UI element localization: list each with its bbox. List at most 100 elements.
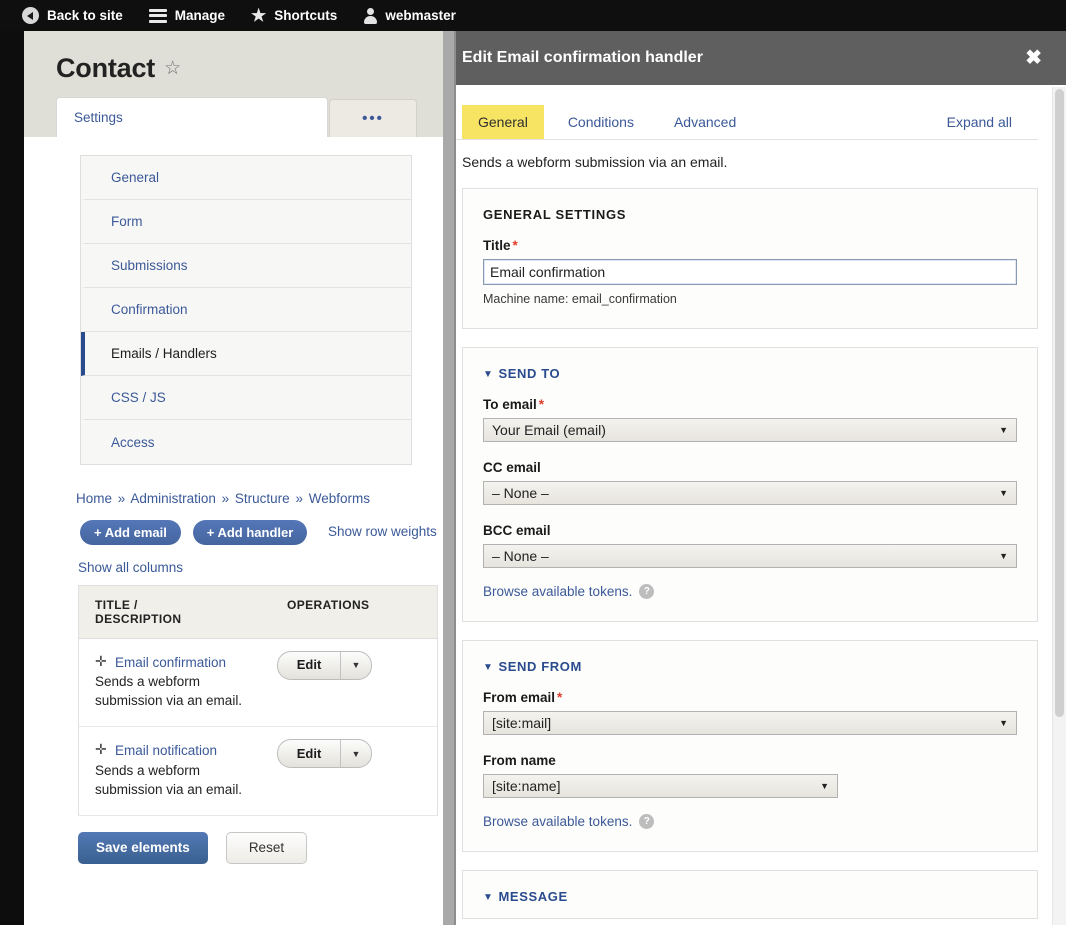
handler-title-link[interactable]: Email confirmation bbox=[115, 655, 226, 670]
sidebar-item-css-js[interactable]: CSS / JS bbox=[81, 376, 411, 420]
favorite-star-icon[interactable]: ☆ bbox=[164, 59, 181, 78]
collapse-triangle-icon: ▼ bbox=[483, 892, 494, 903]
toolbar-item-back-to-site[interactable]: Back to site bbox=[22, 0, 123, 31]
add-email-button[interactable]: + Add email bbox=[80, 520, 181, 545]
tab-advanced[interactable]: Advanced bbox=[658, 105, 752, 139]
handler-description: Sends a webform submission via an email. bbox=[95, 674, 243, 709]
sidebar-label-confirmation: Confirmation bbox=[111, 302, 188, 317]
collapse-triangle-icon: ▼ bbox=[483, 662, 494, 673]
toolbar-item-shortcuts[interactable]: ★ Shortcuts bbox=[251, 0, 337, 31]
chevron-down-icon[interactable]: ▼ bbox=[340, 652, 371, 679]
chevron-down-icon: ▼ bbox=[999, 551, 1008, 561]
cc-email-value: – None – bbox=[492, 485, 549, 501]
column-header-operations: OPERATIONS bbox=[271, 585, 438, 639]
breadcrumb-separator: » bbox=[117, 491, 126, 506]
breadcrumb-item-administration[interactable]: Administration bbox=[130, 491, 216, 506]
form-actions: Save elements Reset bbox=[78, 831, 444, 864]
bcc-email-select-wrap: – None – ▼ bbox=[483, 544, 1017, 568]
legend-message-label: Message bbox=[498, 889, 568, 904]
sidebar-item-emails-handlers[interactable]: Emails / Handlers bbox=[81, 332, 411, 376]
breadcrumb-item-structure[interactable]: Structure bbox=[235, 491, 290, 506]
fieldset-send-to: ▼ Send to To email * Your Email (email) ▼ … bbox=[462, 347, 1038, 622]
edit-dropdown-button[interactable]: Edit ▼ bbox=[277, 651, 372, 680]
label-from-email-text: From email bbox=[483, 690, 556, 705]
required-marker: * bbox=[512, 238, 518, 253]
label-cc-email-text: CC email bbox=[483, 460, 541, 475]
tab-general[interactable]: General bbox=[462, 105, 544, 139]
to-email-select[interactable]: Your Email (email) ▼ bbox=[483, 418, 1017, 442]
show-all-columns-link[interactable]: Show all columns bbox=[78, 560, 183, 575]
handler-title-link[interactable]: Email notification bbox=[115, 743, 217, 758]
admin-toolbar: Back to site Manage ★ Shortcuts webmaste… bbox=[0, 0, 1066, 31]
dialog-tabs: General Conditions Advanced Expand all bbox=[456, 85, 1038, 140]
save-elements-button[interactable]: Save elements bbox=[78, 831, 208, 864]
chevron-down-icon[interactable]: ▼ bbox=[340, 740, 371, 768]
handler-description: Sends a webform submission via an email. bbox=[95, 762, 243, 797]
from-email-select[interactable]: [site:mail] ▼ bbox=[483, 711, 1017, 735]
bcc-email-select[interactable]: – None – ▼ bbox=[483, 544, 1017, 568]
browse-tokens-link[interactable]: Browse available tokens. bbox=[483, 814, 632, 829]
sidebar-item-general[interactable]: General bbox=[81, 156, 411, 200]
tab-settings-label: Settings bbox=[74, 110, 123, 125]
label-bcc-email: BCC email bbox=[483, 523, 1017, 538]
table-row: ✛ Email confirmation Sends a webform subm… bbox=[78, 638, 438, 728]
from-name-select[interactable]: [site:name] ▼ bbox=[483, 774, 838, 798]
dialog-scrollbar[interactable] bbox=[1052, 87, 1066, 925]
drag-handle-icon[interactable]: ✛ bbox=[95, 653, 109, 670]
browse-tokens-link[interactable]: Browse available tokens. bbox=[483, 584, 632, 599]
show-row-weights-link[interactable]: Show row weights bbox=[328, 524, 437, 539]
legend-send-to[interactable]: ▼ Send to bbox=[483, 366, 1017, 381]
machine-name-text: Machine name: email_confirmation bbox=[483, 292, 677, 306]
dialog-scroll-content: General Conditions Advanced Expand all S… bbox=[456, 85, 1052, 919]
close-icon[interactable]: ✖ bbox=[1019, 44, 1048, 72]
column-header-title-description: TITLE / DESCRIPTION bbox=[78, 585, 271, 639]
breadcrumb: Home » Administration » Structure » Webf… bbox=[76, 491, 444, 506]
tab-more-options[interactable]: ••• bbox=[329, 99, 417, 137]
edit-dropdown-button[interactable]: Edit ▼ bbox=[277, 739, 372, 769]
help-icon[interactable]: ? bbox=[639, 814, 655, 829]
fieldset-send-from: ▼ Send from From email * [site:mail] ▼ Fro… bbox=[462, 640, 1038, 852]
help-icon[interactable]: ? bbox=[639, 584, 655, 599]
breadcrumb-item-home[interactable]: Home bbox=[76, 491, 112, 506]
legend-send-from-label: Send from bbox=[498, 659, 582, 674]
legend-message[interactable]: ▼ Message bbox=[483, 889, 1017, 904]
dialog-body: General Conditions Advanced Expand all S… bbox=[456, 85, 1066, 925]
legend-send-from[interactable]: ▼ Send from bbox=[483, 659, 1017, 674]
cc-email-select[interactable]: – None – ▼ bbox=[483, 481, 1017, 505]
breadcrumb-separator: » bbox=[295, 491, 303, 506]
to-email-value: Your Email (email) bbox=[492, 422, 606, 438]
edit-button-label: Edit bbox=[296, 745, 322, 761]
sidebar-item-form[interactable]: Form bbox=[81, 200, 411, 244]
expand-all-link[interactable]: Expand all bbox=[947, 114, 1016, 130]
settings-sidebar-nav: General Form Submissions Confirmation Em… bbox=[80, 155, 412, 465]
toolbar-item-user-account[interactable]: webmaster bbox=[363, 0, 456, 31]
title-input[interactable] bbox=[483, 259, 1017, 285]
reset-button[interactable]: Reset bbox=[225, 831, 308, 864]
toolbar-label-shortcuts: Shortcuts bbox=[274, 8, 338, 23]
sidebar-item-submissions[interactable]: Submissions bbox=[81, 244, 411, 288]
cell-title-description: ✛ Email notification Sends a webform subm… bbox=[78, 726, 271, 816]
drag-handle-icon[interactable]: ✛ bbox=[95, 741, 109, 758]
back-arrow-icon bbox=[22, 7, 39, 24]
tab-settings[interactable]: Settings bbox=[56, 97, 328, 137]
tab-conditions[interactable]: Conditions bbox=[552, 105, 650, 139]
from-email-select-wrap: [site:mail] ▼ bbox=[483, 711, 1017, 735]
breadcrumb-item-webforms[interactable]: Webforms bbox=[309, 491, 370, 506]
cell-operations: Edit ▼ bbox=[271, 726, 438, 816]
user-icon bbox=[363, 7, 377, 24]
edit-button-label: Edit bbox=[296, 657, 322, 673]
sidebar-label-form: Form bbox=[111, 214, 143, 229]
add-handler-button[interactable]: + Add handler bbox=[192, 520, 308, 545]
sidebar-item-confirmation[interactable]: Confirmation bbox=[81, 288, 411, 332]
sidebar-label-emails-handlers: Emails / Handlers bbox=[111, 346, 217, 361]
dialog-scrollbar-thumb[interactable] bbox=[1055, 89, 1064, 717]
cell-operations: Edit ▼ bbox=[271, 638, 438, 728]
legend-general-settings: General settings bbox=[483, 207, 627, 222]
action-button-row: + Add email + Add handler Show row weigh… bbox=[80, 520, 444, 546]
sidebar-item-access[interactable]: Access bbox=[81, 420, 411, 464]
toolbar-item-manage[interactable]: Manage bbox=[148, 0, 225, 31]
from-email-value: [site:mail] bbox=[492, 715, 552, 731]
